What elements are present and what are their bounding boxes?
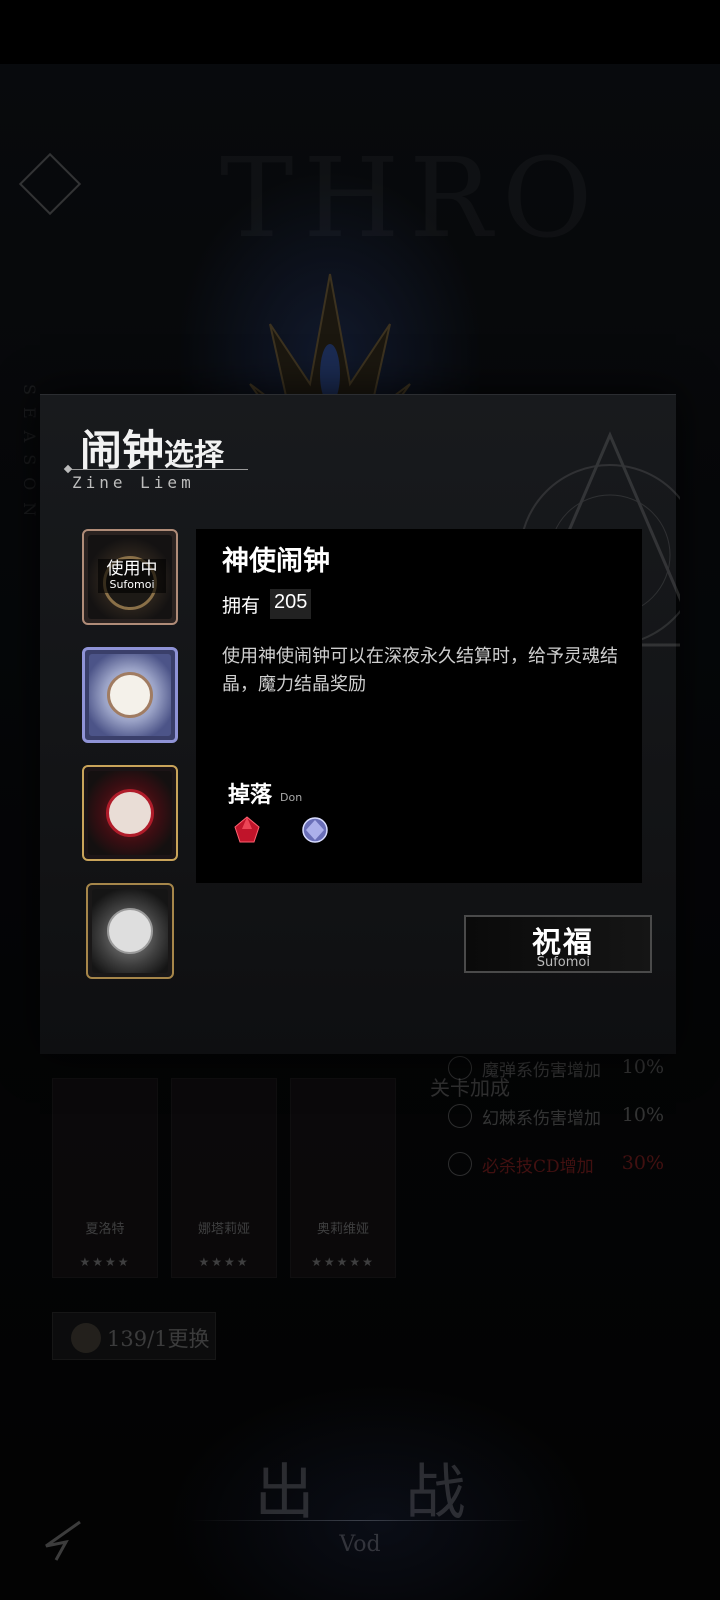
drop-label: 掉落 <box>228 782 273 808</box>
clock-slot-selected[interactable] <box>82 647 178 743</box>
clock-description: 使用神使闹钟可以在深夜永久结算时，给予灵魂结晶，魔力结晶奖励 <box>222 646 618 695</box>
dialog-title-suffix: 选择 <box>164 438 225 473</box>
owned-count: 205 <box>270 589 312 619</box>
status-bar <box>0 0 720 64</box>
clock-detail-panel: 神使闹钟 拥有 205 使用神使闹钟可以在深夜永久结算时，给予灵魂结晶，魔力结晶… <box>196 529 642 883</box>
clock-name: 神使闹钟 <box>222 546 330 577</box>
in-use-label: 使用中 <box>106 559 158 579</box>
owned-label: 拥有 <box>222 595 261 617</box>
bless-button[interactable]: 祝福 Sufomoi <box>464 915 652 973</box>
in-use-tag: 使用中 Sufomoi <box>98 559 166 593</box>
in-use-sub: Sufomoi <box>109 578 155 591</box>
alarm-clock-select-dialog: 闹钟选择 Zine Liem 使用中 Sufomoi 神使闹钟 拥有 205 使… <box>40 394 680 1054</box>
clock-slot-in-use[interactable]: 使用中 Sufomoi <box>82 529 178 625</box>
clock-slot[interactable] <box>86 883 174 979</box>
dialog-title-main: 闹钟 <box>80 426 165 475</box>
clock-slot[interactable] <box>82 765 178 861</box>
red-crystal-icon[interactable] <box>232 815 262 845</box>
dialog-subtitle: Zine Liem <box>72 473 195 492</box>
title-divider <box>68 469 248 470</box>
bless-button-sub: Sufomoi <box>536 955 590 970</box>
drop-sub: Don <box>280 791 303 804</box>
soul-crystal-icon[interactable] <box>300 815 330 845</box>
